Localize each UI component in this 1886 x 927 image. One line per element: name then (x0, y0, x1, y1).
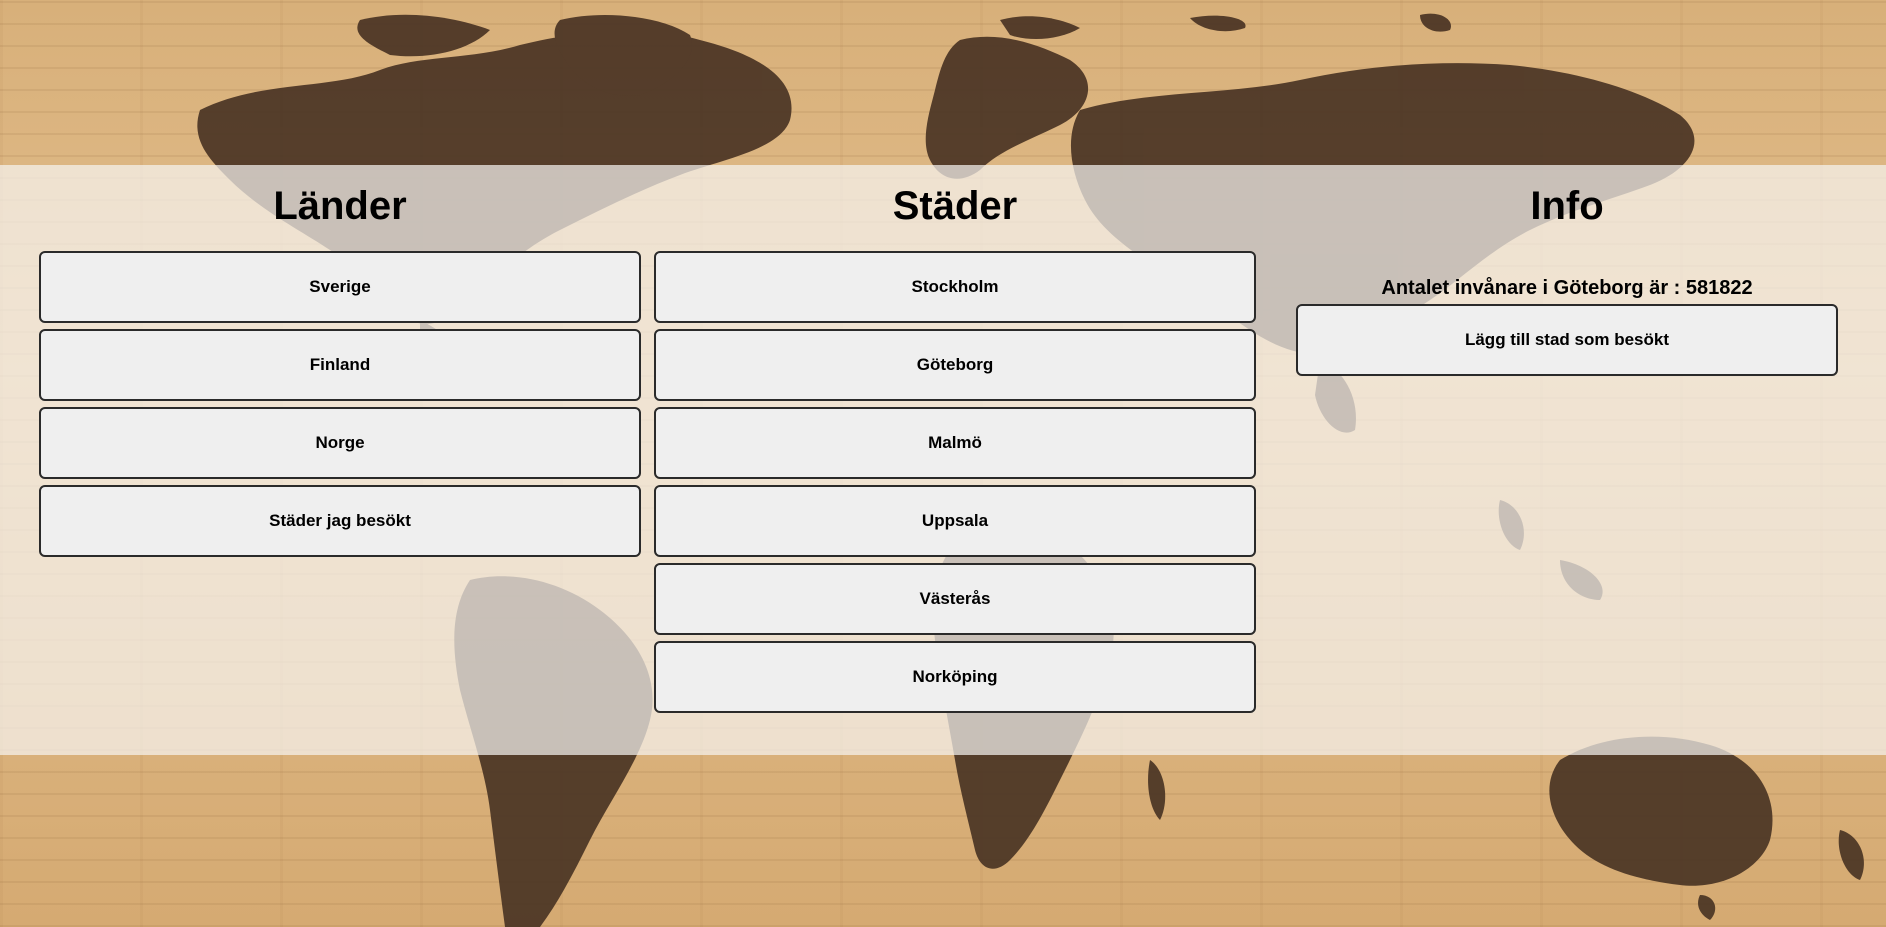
countries-column: Länder Sverige Finland Norge Städer jag … (39, 165, 641, 557)
country-button-sverige[interactable]: Sverige (39, 251, 641, 323)
add-visited-city-button[interactable]: Lägg till stad som besökt (1296, 304, 1838, 376)
countries-list: Sverige Finland Norge Städer jag besökt (39, 251, 641, 563)
city-button-goteborg[interactable]: Göteborg (654, 329, 1256, 401)
city-button-vasteras[interactable]: Västerås (654, 563, 1256, 635)
city-button-stockholm[interactable]: Stockholm (654, 251, 1256, 323)
country-button-norge[interactable]: Norge (39, 407, 641, 479)
info-heading: Info (1530, 184, 1604, 228)
countries-heading: Länder (273, 184, 407, 228)
city-button-uppsala[interactable]: Uppsala (654, 485, 1256, 557)
city-button-norkoping[interactable]: Norköping (654, 641, 1256, 713)
population-text: Antalet invånare i Göteborg är : 581822 (1381, 277, 1753, 299)
cities-heading: Städer (892, 184, 1018, 228)
visited-cities-button[interactable]: Städer jag besökt (39, 485, 641, 557)
info-column: Info Antalet invånare i Göteborg är : 58… (1296, 165, 1838, 376)
cities-list: Stockholm Göteborg Malmö Uppsala Västerå… (654, 251, 1256, 719)
city-button-malmo[interactable]: Malmö (654, 407, 1256, 479)
country-button-finland[interactable]: Finland (39, 329, 641, 401)
content-panel: Länder Sverige Finland Norge Städer jag … (0, 165, 1886, 755)
cities-column: Städer Stockholm Göteborg Malmö Uppsala … (654, 165, 1256, 713)
